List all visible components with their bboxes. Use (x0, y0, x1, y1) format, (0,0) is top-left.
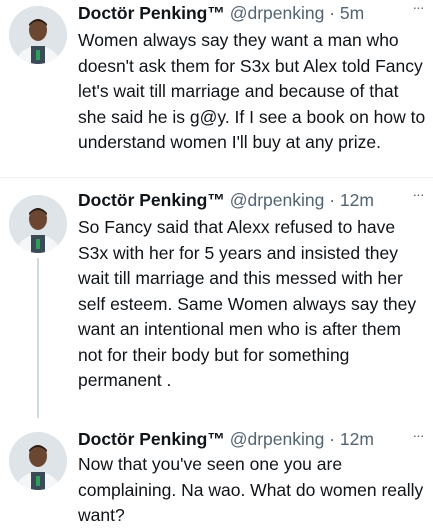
tweet-3[interactable]: Doctör Penking™ @drpenking · 12m ··· Now… (0, 428, 433, 525)
more-options-icon[interactable]: ··· (409, 0, 427, 20)
more-options-icon[interactable]: ··· (409, 187, 427, 207)
profile-photo-icon (9, 6, 67, 64)
tweet-header: Doctör Penking™ @drpenking · 5m (78, 2, 364, 24)
avatar[interactable] (9, 6, 67, 64)
display-name[interactable]: Doctör Penking™ (78, 190, 225, 210)
timestamp[interactable]: 12m (340, 190, 374, 210)
tweet-text: So Fancy said that Alexx refused to have… (78, 217, 417, 390)
display-name[interactable]: Doctör Penking™ (78, 3, 225, 23)
more-options-icon[interactable]: ··· (409, 428, 427, 448)
profile-photo-icon (9, 432, 67, 490)
tweet-text: Now that you've seen one you are complai… (78, 454, 424, 525)
tweet-1[interactable]: Doctör Penking™ @drpenking · 5m ··· Wome… (0, 0, 433, 160)
timestamp[interactable]: 12m (340, 429, 374, 449)
tweet-header: Doctör Penking™ @drpenking · 12m (78, 189, 374, 211)
divider (0, 177, 433, 178)
avatar[interactable] (9, 195, 67, 253)
handle[interactable]: @drpenking (230, 190, 325, 210)
separator: · (329, 429, 336, 449)
handle[interactable]: @drpenking (230, 3, 325, 23)
separator: · (329, 190, 336, 210)
tweet-2[interactable]: Doctör Penking™ @drpenking · 12m ··· So … (0, 187, 433, 422)
handle[interactable]: @drpenking (230, 429, 325, 449)
avatar[interactable] (9, 432, 67, 490)
tweet-header: Doctör Penking™ @drpenking · 12m (78, 428, 374, 450)
separator: · (329, 3, 336, 23)
profile-photo-icon (9, 195, 67, 253)
display-name[interactable]: Doctör Penking™ (78, 429, 225, 449)
timestamp[interactable]: 5m (340, 3, 364, 23)
tweet-text: Women always say they want a man who doe… (78, 30, 426, 152)
thread-connector-line (37, 258, 39, 418)
